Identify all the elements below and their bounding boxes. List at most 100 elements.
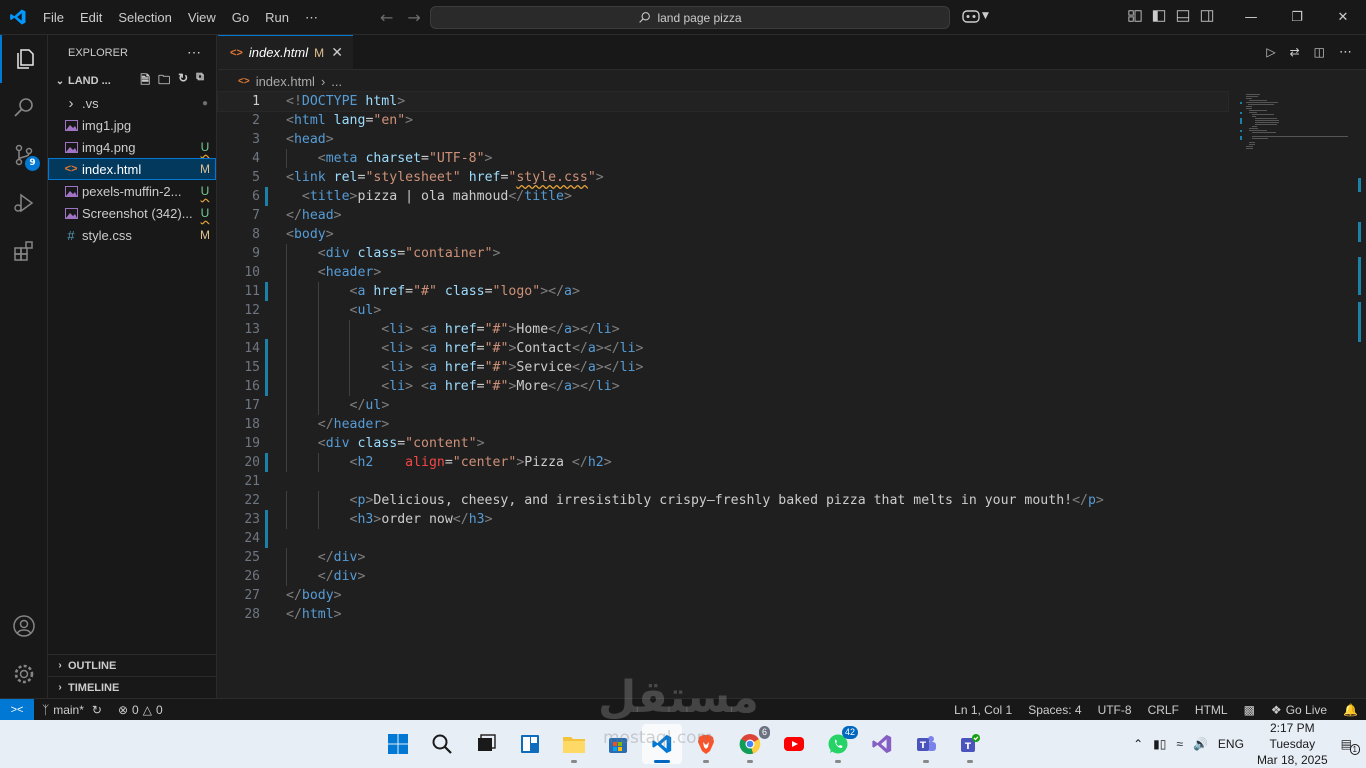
notifications-bell[interactable]: 🔔 <box>1335 699 1366 721</box>
file-tree-item[interactable]: <> index.html M <box>48 158 216 180</box>
folder-icon <box>563 737 585 753</box>
command-center-search[interactable]: land page pizza <box>430 6 950 29</box>
brave-app[interactable] <box>686 724 726 764</box>
youtube-app[interactable] <box>774 724 814 764</box>
minimize-button[interactable]: — <box>1228 0 1274 35</box>
code-line: 7 </head> <box>218 206 1228 225</box>
start-button[interactable] <box>378 724 418 764</box>
problems-status[interactable]: ⊗ 0 △ 0 <box>110 699 171 721</box>
wifi-icon[interactable]: ≈ <box>1171 737 1188 751</box>
explorer-sidebar: EXPLORER ⋯ ⌄ LAND ... 🗎 🗀 ↻ ⧉ › .vs ● img1.… <box>48 35 217 698</box>
manage-activity[interactable] <box>0 650 48 698</box>
code-text: <div class="container"> <box>286 246 501 261</box>
code-token: title <box>309 189 350 204</box>
code-token: > <box>571 284 580 299</box>
encoding-status[interactable]: UTF-8 <box>1090 699 1140 721</box>
new-file-icon[interactable]: 🗎 <box>140 71 150 92</box>
line-number: 10 <box>244 265 260 280</box>
task-view[interactable] <box>466 724 506 764</box>
toggle-secondary-sidebar-icon[interactable] <box>1200 9 1214 23</box>
menu-edit[interactable]: Edit <box>72 0 110 35</box>
remote-indicator[interactable]: >< <box>0 698 34 721</box>
file-explorer-app[interactable] <box>554 724 594 764</box>
code-line: 11 <a href="#" class="logo"></a> <box>218 282 1228 301</box>
notification-center[interactable]: ▤ 1 <box>1336 737 1366 755</box>
code-token: ></ <box>595 360 620 375</box>
visual-studio-app[interactable] <box>862 724 902 764</box>
new-folder-icon[interactable]: 🗀 <box>158 71 170 92</box>
accounts-activity[interactable] <box>0 602 48 650</box>
code-token: > <box>333 208 342 223</box>
run-debug-activity[interactable] <box>0 179 48 227</box>
menu-go[interactable]: Go <box>224 0 257 35</box>
menu-more[interactable]: ⋯ <box>297 0 326 35</box>
code-editor[interactable]: 1 <!DOCTYPE html> 2 <html lang="en"> 3 <head>… <box>217 91 1229 624</box>
folder-header[interactable]: ⌄ LAND ... 🗎 🗀 ↻ ⧉ <box>48 70 216 92</box>
compare-icon[interactable]: ⇄ <box>1290 45 1300 60</box>
forward-arrow-icon[interactable]: → <box>407 8 420 27</box>
split-editor-icon[interactable]: ◫ <box>1314 45 1325 60</box>
menu-view[interactable]: View <box>180 0 224 35</box>
toggle-panel-icon[interactable] <box>1176 9 1190 23</box>
file-tree-item[interactable]: Screenshot (342)... U <box>48 202 216 224</box>
minimap[interactable] <box>1240 92 1352 152</box>
search-icon <box>14 98 33 117</box>
file-tree-item[interactable]: › .vs ● <box>48 92 216 114</box>
outline-section[interactable]: › OUTLINE <box>48 654 217 676</box>
code-text: <li> <a href="#">Home</a></li> <box>286 322 619 337</box>
widgets-app[interactable] <box>510 724 550 764</box>
search-activity[interactable] <box>0 83 48 131</box>
code-token: > <box>595 170 604 185</box>
eol-status[interactable]: CRLF <box>1140 699 1187 721</box>
teams-app[interactable]: T <box>906 724 946 764</box>
battery-icon[interactable]: ▮▯ <box>1148 737 1171 751</box>
file-tree-item[interactable]: img4.png U <box>48 136 216 158</box>
menu-file[interactable]: File <box>35 0 72 35</box>
timeline-section[interactable]: › TIMELINE <box>48 676 217 698</box>
file-tree-item[interactable]: # style.css M <box>48 224 216 246</box>
refresh-icon[interactable]: ↻ <box>178 71 188 92</box>
volume-icon[interactable]: 🔊 <box>1188 737 1213 751</box>
show-hidden-icons[interactable]: ⌃ <box>1128 737 1148 751</box>
language-mode[interactable]: HTML <box>1187 699 1236 721</box>
restore-button[interactable]: ❐ <box>1274 0 1320 35</box>
store-app[interactable] <box>598 724 638 764</box>
extensions-activity[interactable] <box>0 227 48 275</box>
vscode-app[interactable] <box>642 724 682 764</box>
explorer-activity[interactable] <box>0 35 48 83</box>
customize-layout-icon[interactable] <box>1128 9 1142 23</box>
file-tree-item[interactable]: pexels-muffin-2... U <box>48 180 216 202</box>
menu-selection[interactable]: Selection <box>110 0 179 35</box>
back-arrow-icon[interactable]: ← <box>380 8 393 27</box>
branch-status[interactable]: ᛉ main* ↻ <box>34 699 110 721</box>
more-actions-icon[interactable]: ⋯ <box>187 44 202 61</box>
taskbar-search[interactable] <box>422 724 462 764</box>
close-window-button[interactable]: ✕ <box>1320 0 1366 35</box>
run-icon[interactable]: ▷ <box>1266 45 1275 60</box>
go-live-button[interactable]: ❖ Go Live <box>1263 699 1335 721</box>
language-indicator[interactable]: ENG <box>1213 737 1249 751</box>
more-actions-icon[interactable]: ⋯ <box>1339 45 1352 60</box>
code-token: </ <box>286 208 302 223</box>
whatsapp-app[interactable]: 42 <box>818 724 858 764</box>
branch-icon: ᛉ <box>42 702 50 717</box>
chrome-app[interactable]: 6 <box>730 724 770 764</box>
code-text: <p>Delicious, cheesy, and irresistibly c… <box>286 493 1104 508</box>
copilot-status[interactable]: ▩ <box>1236 699 1263 721</box>
source-control-activity[interactable]: 9 <box>0 131 48 179</box>
breadcrumb-file[interactable]: index.html <box>256 74 315 89</box>
toggle-sidebar-icon[interactable] <box>1152 9 1166 23</box>
file-tree-item[interactable]: img1.jpg <box>48 114 216 136</box>
collapse-all-icon[interactable]: ⧉ <box>196 71 204 92</box>
code-line: 21 <box>218 472 1228 491</box>
cursor-position[interactable]: Ln 1, Col 1 <box>946 699 1020 721</box>
menu-run[interactable]: Run <box>257 0 297 35</box>
tab-index-html[interactable]: <> index.html M ✕ <box>218 35 353 69</box>
copilot-button[interactable]: ▼ <box>962 8 989 24</box>
teams-work-app[interactable]: T <box>950 724 990 764</box>
breadcrumb-more[interactable]: ... <box>331 74 342 89</box>
clock[interactable]: 2:17 PM Tuesday Mar 18, 2025 <box>1249 720 1336 768</box>
close-icon[interactable]: ✕ <box>331 44 343 61</box>
code-token: ></ <box>540 284 565 299</box>
indentation-status[interactable]: Spaces: 4 <box>1020 699 1089 721</box>
